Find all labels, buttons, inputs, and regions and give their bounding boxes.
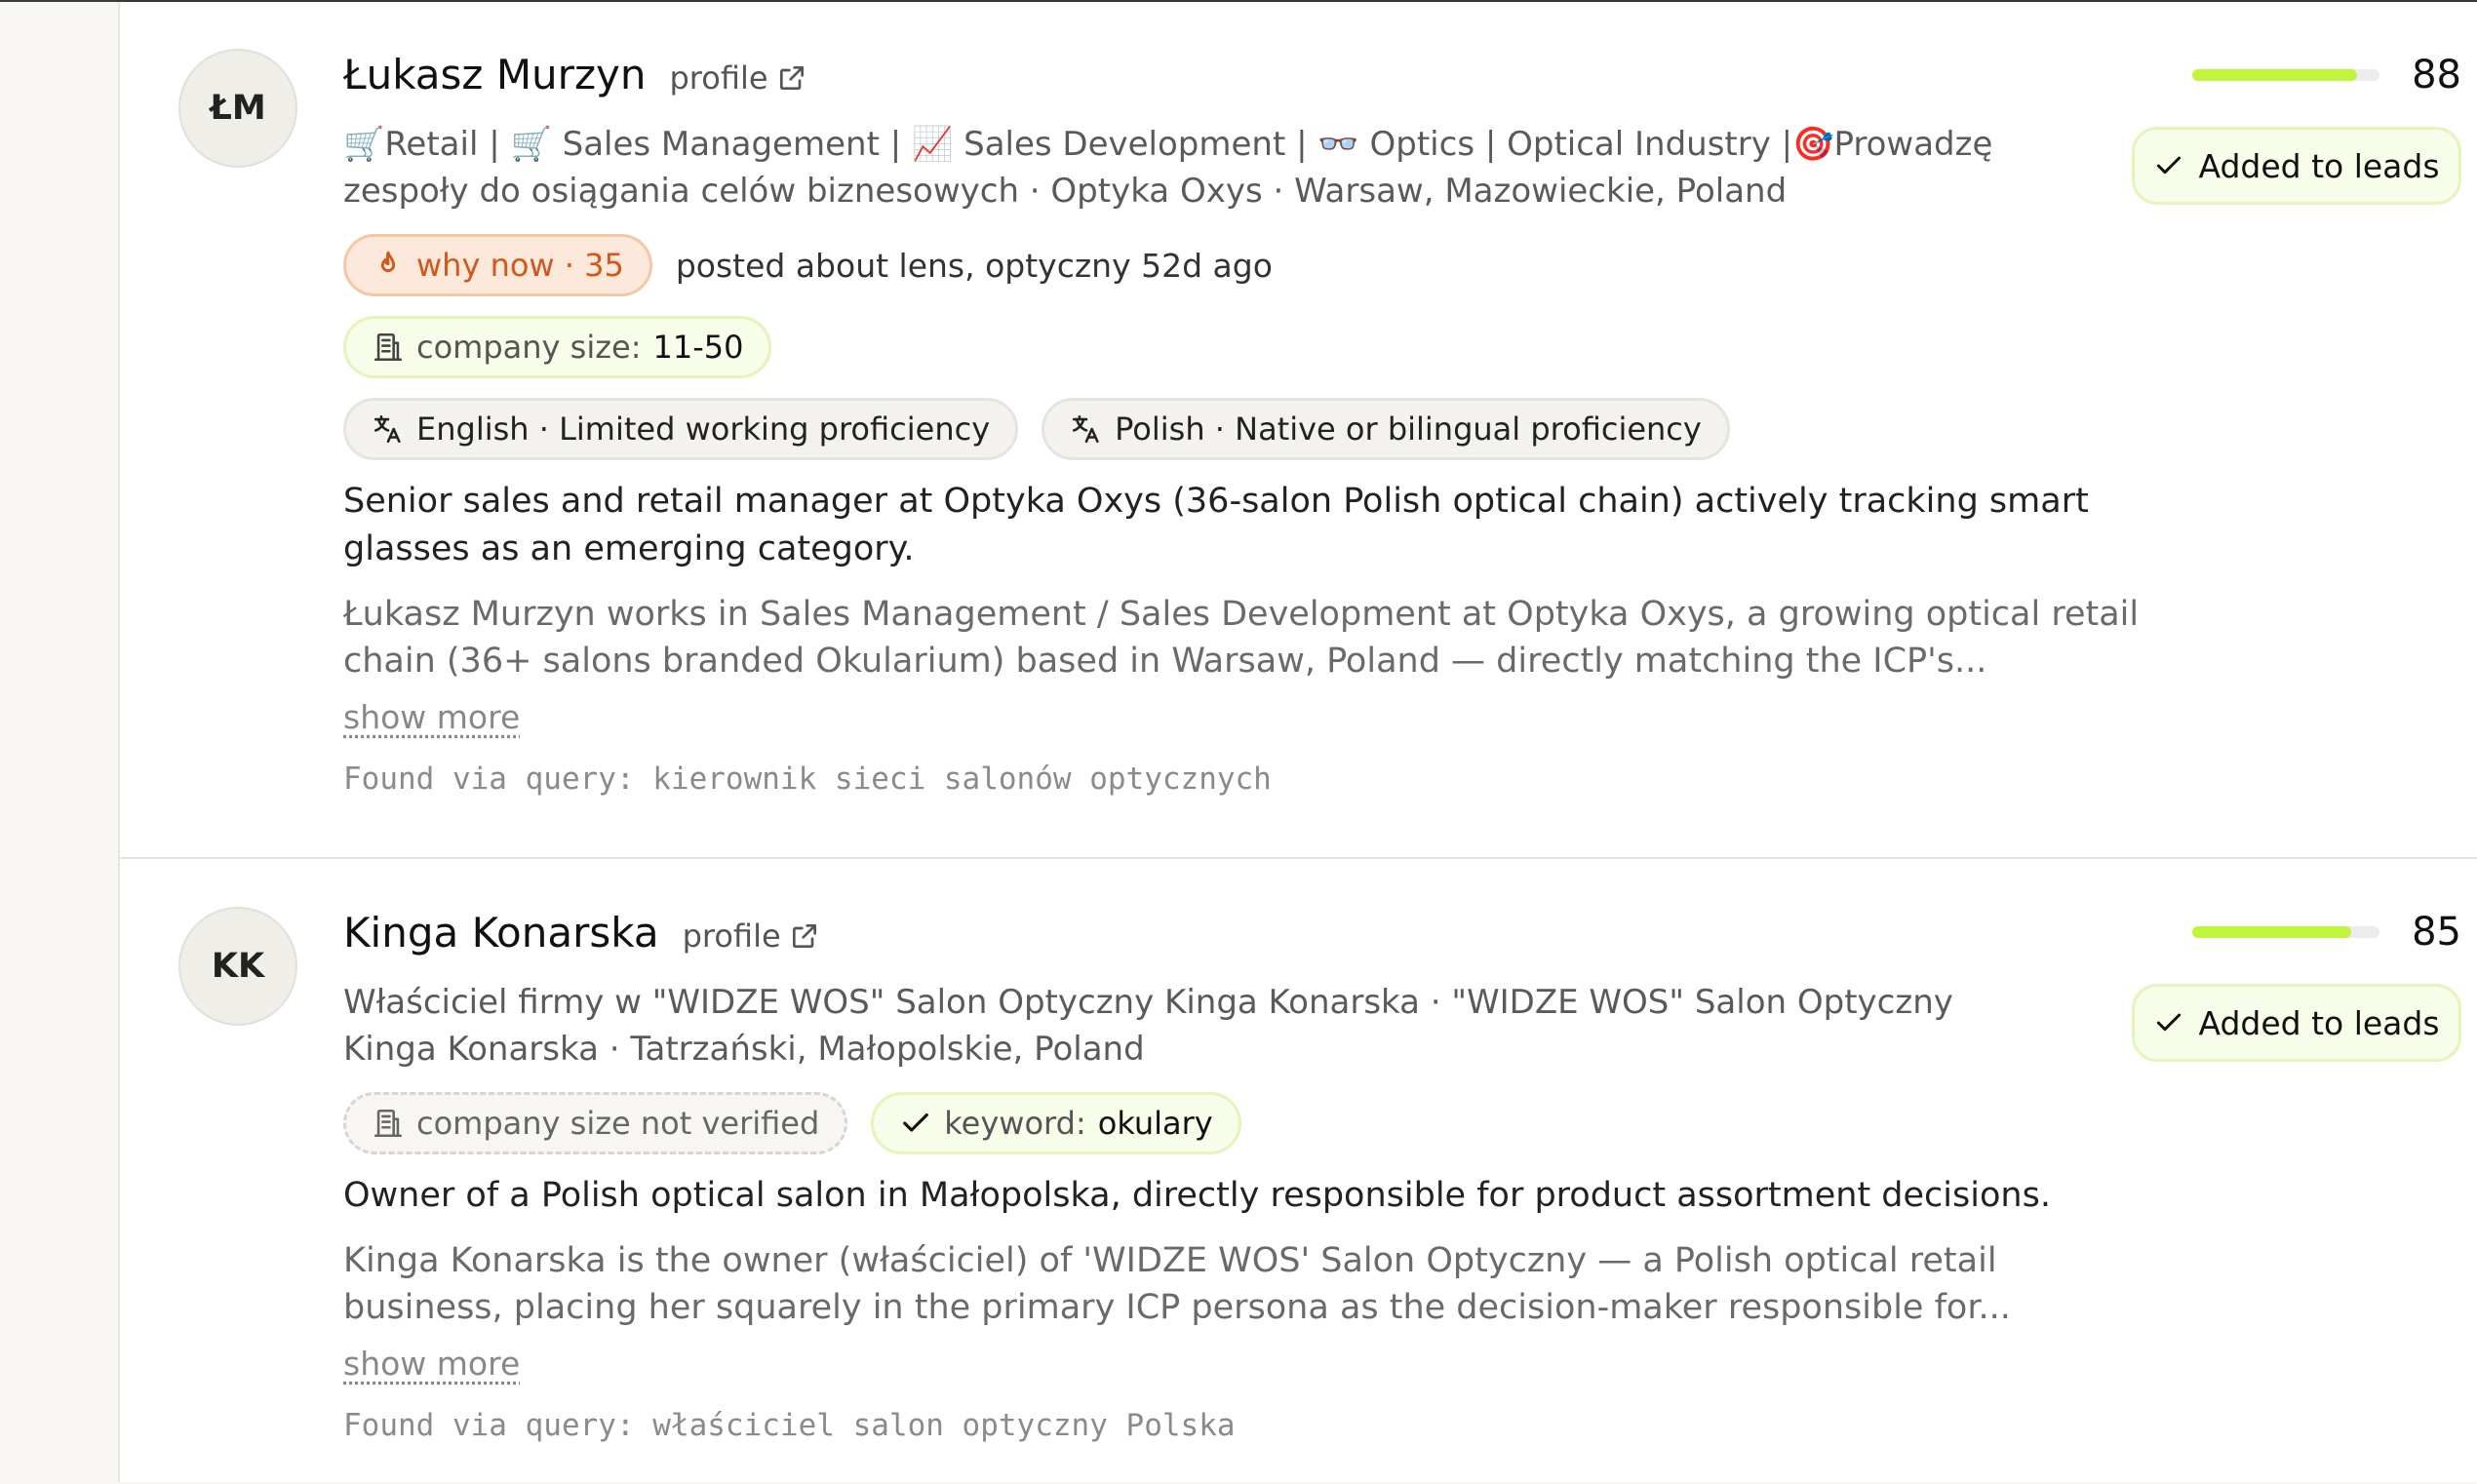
added-to-leads-button[interactable]: Added to leads xyxy=(2132,127,2461,205)
lead-card: ŁM Łukasz Murzyn profile 🛒Retail | 🛒 Sal… xyxy=(120,2,2477,859)
language-label: English · Limited working proficiency xyxy=(416,410,991,448)
external-link-icon xyxy=(792,924,816,948)
score-value: 85 xyxy=(2412,910,2461,955)
added-to-leads-label: Added to leads xyxy=(2198,1003,2440,1042)
company-size-row: company size: 11-50 xyxy=(343,316,2167,378)
show-more-link[interactable]: show more xyxy=(343,1345,520,1383)
languages-row: English · Limited working proficiency Po… xyxy=(343,398,2167,460)
found-via-query: Found via query: kierownik sieci salonów… xyxy=(343,762,1272,797)
keyword-value: okulary xyxy=(1097,1105,1213,1142)
badges-row: company size not verified keyword: okula… xyxy=(343,1092,2167,1154)
check-icon xyxy=(2157,156,2182,175)
check-icon xyxy=(903,1113,929,1132)
profile-link[interactable]: profile xyxy=(683,918,820,955)
lead-name: Łukasz Murzyn xyxy=(343,51,647,98)
name-row: Kinga Konarska profile xyxy=(343,909,2167,977)
left-gutter xyxy=(0,2,120,1482)
profile-link-label: profile xyxy=(669,59,768,97)
found-via-query: Found via query: właściciel salon optycz… xyxy=(343,1408,1236,1443)
flame-icon xyxy=(380,251,396,272)
name-row: Łukasz Murzyn profile xyxy=(343,51,2167,119)
score-bar xyxy=(2192,926,2379,938)
lead-name: Kinga Konarska xyxy=(343,909,659,957)
score-value: 88 xyxy=(2412,53,2461,98)
lead-body: Kinga Konarska profile Właściciel firmy … xyxy=(343,909,2167,1443)
language-badge: Polish · Native or bilingual proficiency xyxy=(1042,398,1730,460)
lead-headline: 🛒Retail | 🛒 Sales Management | 📈 Sales D… xyxy=(343,125,1993,211)
added-to-leads-label: Added to leads xyxy=(2198,146,2440,185)
lead-detail: Łukasz Murzyn works in Sales Management … xyxy=(343,595,2140,681)
check-icon xyxy=(2157,1013,2182,1032)
score-area: 88 Added to leads xyxy=(2120,53,2461,205)
keyword-label: keyword: xyxy=(944,1105,1086,1142)
why-now-text: posted about lens, optyczny 52d ago xyxy=(675,246,1273,285)
translate-icon xyxy=(1073,414,1099,444)
company-size-value: 11-50 xyxy=(652,329,744,366)
translate-icon xyxy=(374,414,401,444)
score-area: 85 Added to leads xyxy=(2120,910,2461,1062)
lead-detail: Kinga Konarska is the owner (właściciel)… xyxy=(343,1241,2011,1327)
lead-card: KK Kinga Konarska profile Właściciel fir… xyxy=(120,859,2477,1484)
company-size-unverified-badge: company size not verified xyxy=(343,1092,848,1154)
lead-headline: Właściciel firmy w "WIDZE WOS" Salon Opt… xyxy=(343,983,1953,1069)
profile-link[interactable]: profile xyxy=(669,59,806,97)
keyword-badge: keyword: okulary xyxy=(871,1092,1241,1154)
company-size-badge: company size: 11-50 xyxy=(343,316,772,378)
lead-summary: Owner of a Polish optical salon in Małop… xyxy=(343,1176,2051,1215)
score-bar-fill xyxy=(2192,926,2352,938)
score-row: 88 xyxy=(2120,53,2461,98)
building-icon xyxy=(374,1109,403,1138)
profile-link-label: profile xyxy=(682,918,781,955)
score-row: 85 xyxy=(2120,910,2461,955)
score-bar-fill xyxy=(2192,69,2357,81)
avatar: KK xyxy=(178,907,297,1026)
show-more-link[interactable]: show more xyxy=(343,698,520,736)
language-label: Polish · Native or bilingual proficiency xyxy=(1115,410,1702,448)
lead-list: ŁM Łukasz Murzyn profile 🛒Retail | 🛒 Sal… xyxy=(120,2,2477,1482)
score-bar xyxy=(2192,69,2379,81)
why-now-label: why now · 35 xyxy=(416,247,624,284)
building-icon xyxy=(374,332,403,362)
company-size-label: company size: xyxy=(416,329,642,366)
avatar: ŁM xyxy=(178,49,297,168)
lead-body: Łukasz Murzyn profile 🛒Retail | 🛒 Sales … xyxy=(343,51,2167,797)
external-link-icon xyxy=(779,66,804,90)
why-now-row: why now · 35 posted about lens, optyczny… xyxy=(343,234,2167,296)
lead-summary: Senior sales and retail manager at Optyk… xyxy=(343,482,2089,568)
language-badge: English · Limited working proficiency xyxy=(343,398,1019,460)
company-size-unverified-label: company size not verified xyxy=(416,1105,820,1142)
why-now-badge: why now · 35 xyxy=(343,234,652,296)
added-to-leads-button[interactable]: Added to leads xyxy=(2132,984,2461,1062)
